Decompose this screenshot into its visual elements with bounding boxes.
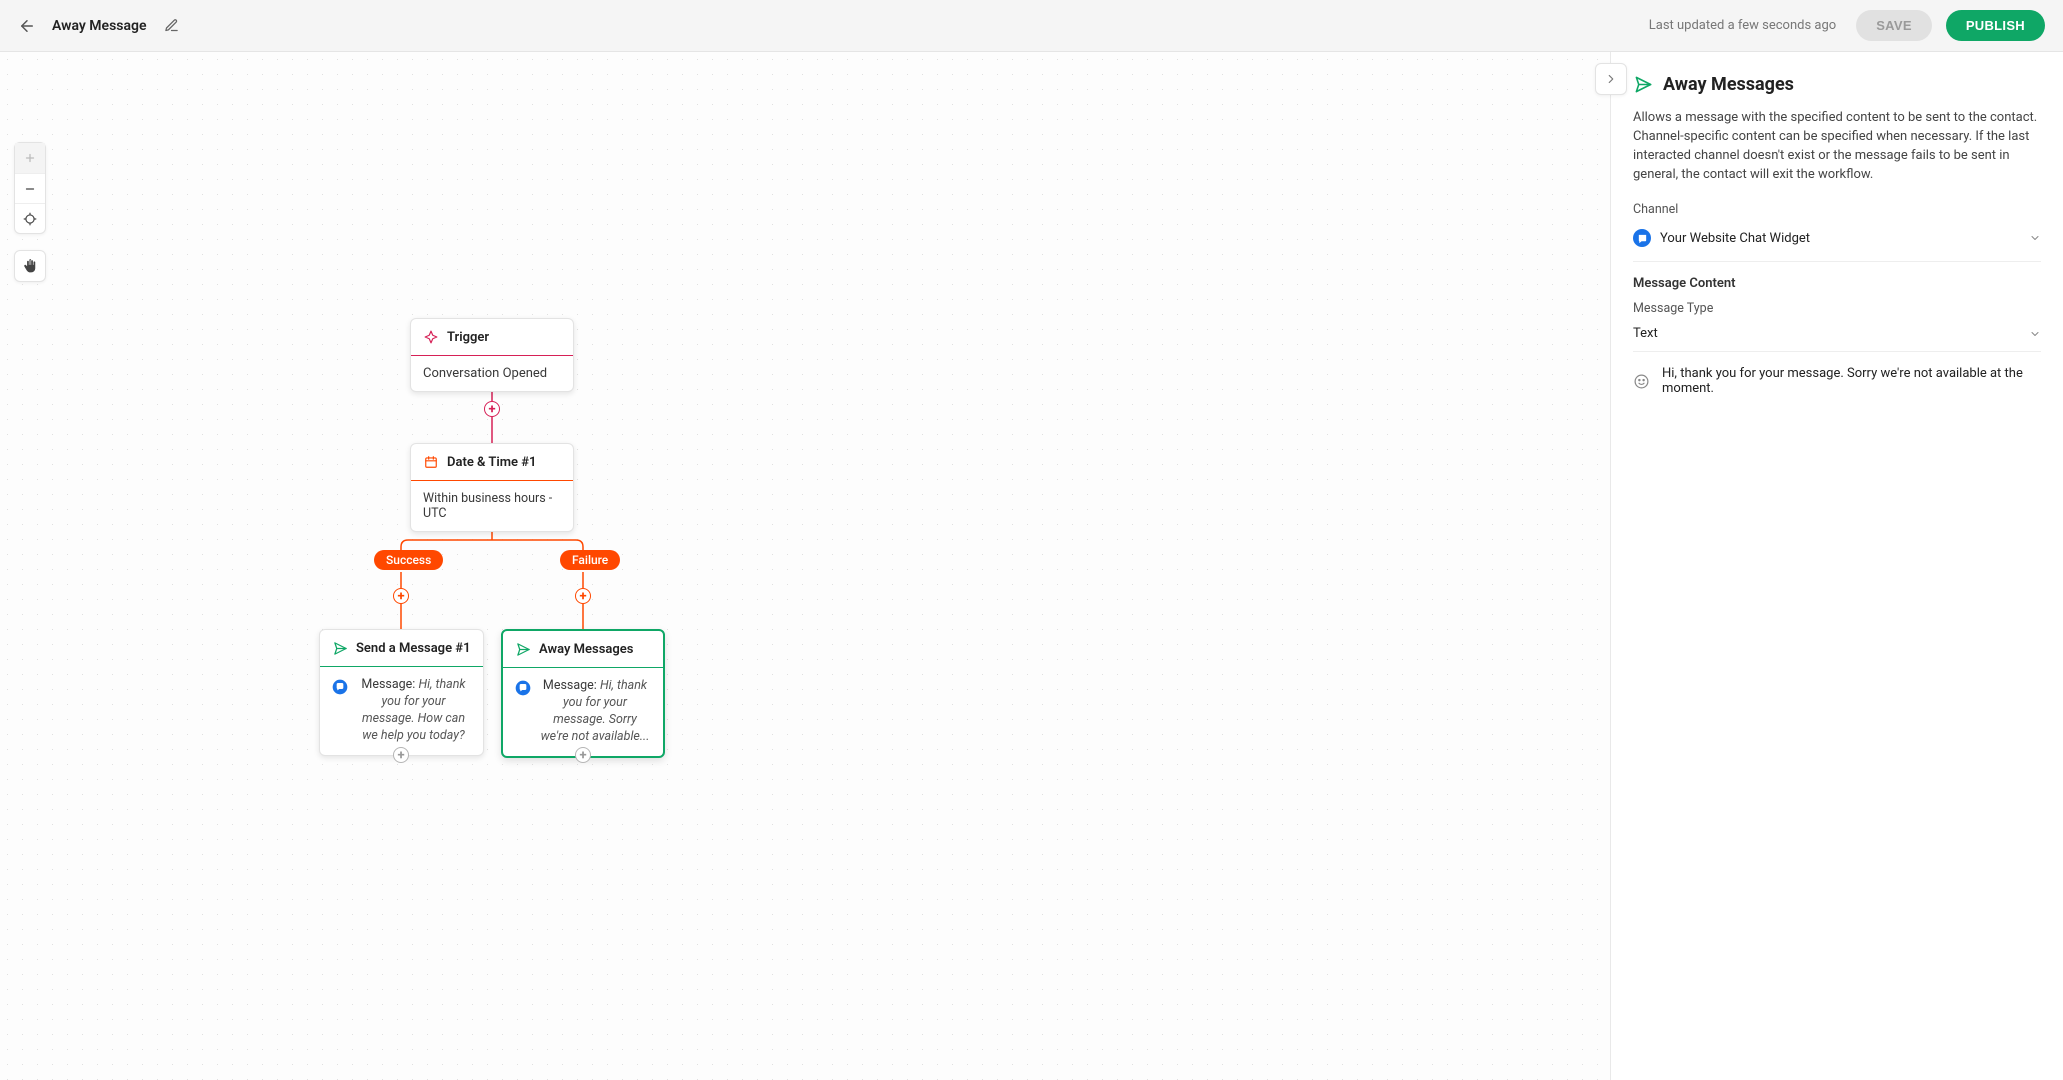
back-arrow-icon[interactable] [18, 17, 36, 35]
datetime-node[interactable]: Date & Time #1 Within business hours - U… [410, 443, 574, 532]
panel-description: Allows a message with the specified cont… [1633, 109, 2041, 184]
zoom-in-button[interactable] [15, 143, 45, 173]
panel-header: Away Messages [1633, 74, 2041, 95]
emoji-icon[interactable] [1633, 372, 1650, 390]
main-area: Trigger Conversation Opened + Date & Tim… [0, 52, 2063, 1080]
message-preview-row[interactable]: Hi, thank you for your message. Sorry we… [1633, 352, 2041, 410]
away-messages-node-header: Away Messages [503, 631, 663, 668]
pan-tool-button[interactable] [15, 251, 45, 281]
away-message-prefix: Message: [543, 678, 600, 693]
collapse-panel-button[interactable] [1595, 63, 1627, 95]
datetime-node-title: Date & Time #1 [447, 455, 536, 470]
send-message-node-header: Send a Message #1 [320, 630, 483, 667]
chat-bubble-icon [515, 680, 531, 696]
top-bar-left: Away Message [18, 17, 181, 35]
details-panel: Away Messages Allows a message with the … [1611, 52, 2063, 1080]
chevron-down-icon [2029, 232, 2041, 244]
add-step-after-away-messages[interactable]: + [575, 747, 591, 763]
page-title: Away Message [52, 18, 147, 34]
pan-tool-group [14, 250, 46, 282]
message-type-select[interactable]: Text [1633, 320, 2041, 352]
zoom-tool-group [14, 142, 46, 234]
trigger-node-body: Conversation Opened [411, 356, 573, 391]
branch-success-pill[interactable]: Success [374, 550, 443, 570]
away-messages-node-body: Message: Hi, thank you for your message.… [503, 668, 663, 756]
save-button[interactable]: SAVE [1856, 10, 1932, 41]
branch-failure-pill[interactable]: Failure [560, 550, 620, 570]
top-bar-right: Last updated a few seconds ago SAVE PUBL… [1649, 10, 2045, 41]
trigger-node[interactable]: Trigger Conversation Opened [410, 318, 574, 392]
calendar-icon [423, 454, 439, 470]
send-icon [332, 640, 348, 656]
add-step-after-trigger[interactable]: + [484, 401, 500, 417]
datetime-node-body: Within business hours - UTC [411, 481, 573, 531]
channel-label: Channel [1633, 202, 2041, 217]
send-icon [1633, 75, 1653, 95]
away-messages-node-title: Away Messages [539, 642, 633, 657]
add-step-success-branch[interactable]: + [393, 588, 409, 604]
recenter-button[interactable] [15, 203, 45, 233]
send-message-node-title: Send a Message #1 [356, 641, 471, 656]
trigger-icon [423, 329, 439, 345]
last-updated-text: Last updated a few seconds ago [1649, 18, 1836, 33]
workflow-canvas[interactable]: Trigger Conversation Opened + Date & Tim… [0, 52, 1611, 1080]
zoom-out-button[interactable] [15, 173, 45, 203]
panel-title: Away Messages [1663, 74, 1794, 95]
add-step-after-send-message[interactable]: + [393, 747, 409, 763]
chat-bubble-icon [332, 679, 348, 695]
publish-button[interactable]: PUBLISH [1946, 10, 2045, 41]
top-bar: Away Message Last updated a few seconds … [0, 0, 2063, 52]
away-messages-node[interactable]: Away Messages Message: Hi, thank you for… [501, 629, 665, 758]
send-message-prefix: Message: [361, 677, 418, 692]
datetime-node-header: Date & Time #1 [411, 444, 573, 481]
message-content-label: Message Content [1633, 276, 2041, 291]
send-icon [515, 641, 531, 657]
chat-bubble-icon [1633, 229, 1651, 247]
message-type-label: Message Type [1633, 301, 2041, 316]
message-type-value: Text [1633, 326, 1658, 341]
send-message-node-body: Message: Hi, thank you for your message.… [320, 667, 483, 755]
channel-select[interactable]: Your Website Chat Widget [1633, 223, 2041, 262]
add-step-failure-branch[interactable]: + [575, 588, 591, 604]
edit-title-icon[interactable] [163, 17, 181, 35]
send-message-node[interactable]: Send a Message #1 Message: Hi, thank you… [319, 629, 484, 756]
channel-value: Your Website Chat Widget [1660, 231, 1810, 246]
chevron-down-icon [2029, 328, 2041, 340]
trigger-node-title: Trigger [447, 330, 489, 345]
trigger-node-header: Trigger [411, 319, 573, 356]
message-preview-text: Hi, thank you for your message. Sorry we… [1662, 366, 2041, 396]
